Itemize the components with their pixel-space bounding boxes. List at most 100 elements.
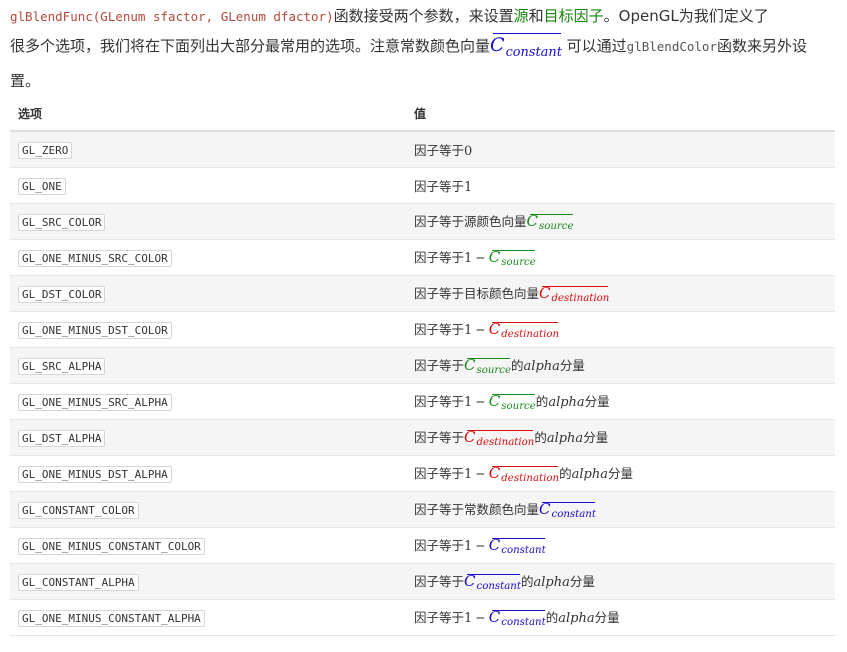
- source-term: 源: [513, 7, 529, 25]
- option-cell: GL_ONE_MINUS_SRC_ALPHA: [10, 383, 406, 420]
- value-prefix: 因子等于常数颜色向量: [414, 501, 540, 517]
- value-number: 1: [464, 466, 473, 482]
- value-tail: 分量: [569, 573, 595, 589]
- table-header-row: 选项 值: [10, 96, 835, 132]
- color-vector-subscript: constant: [501, 617, 546, 629]
- value-of: 的: [511, 357, 524, 373]
- value-alpha: alpha: [548, 394, 585, 410]
- value-prefix: 因子等于: [414, 357, 465, 373]
- constant-color-vector-letter: C: [490, 34, 505, 56]
- value-prefix: 因子等于: [414, 537, 465, 553]
- option-cell: GL_DST_COLOR: [10, 275, 406, 312]
- value-alpha: alpha: [558, 610, 595, 626]
- blend-color-function: glBlendColor: [626, 39, 717, 54]
- table-row: GL_CONSTANT_COLOR 因子等于常数颜色向量Cconstant: [10, 491, 835, 528]
- intro-text-2: 。OpenGL为我们定义了: [603, 7, 769, 25]
- option-code: GL_CONSTANT_COLOR: [18, 501, 139, 519]
- color-vector-letter: C: [539, 283, 551, 302]
- intro-line-1: glBlendFunc(GLenum sfactor, GLenum dfact…: [10, 2, 840, 31]
- header-value: 值: [406, 96, 835, 132]
- option-cell: GL_DST_ALPHA: [10, 419, 406, 456]
- value-cell: 因子等于常数颜色向量Cconstant: [406, 491, 835, 528]
- header-option: 选项: [10, 96, 406, 132]
- table-row: GL_ONE_MINUS_DST_ALPHA 因子等于1− Cdestination…: [10, 455, 835, 492]
- color-vector-destination: Cdestination: [489, 320, 559, 341]
- constant-color-vector: Cconstant: [490, 31, 562, 67]
- option-code: GL_DST_COLOR: [18, 285, 106, 303]
- color-vector-subscript: constant: [476, 581, 521, 593]
- option-code: GL_SRC_COLOR: [18, 213, 106, 231]
- value-prefix: 因子等于: [414, 249, 465, 265]
- color-vector-constant: Cconstant: [489, 608, 546, 629]
- color-vector-source: Csource: [464, 356, 511, 377]
- value-cell: 因子等于1: [406, 167, 835, 204]
- value-cell: 因子等于源颜色向量Csource: [406, 203, 835, 240]
- option-cell: GL_ONE_MINUS_CONSTANT_COLOR: [10, 527, 406, 564]
- value-of: 的: [535, 393, 549, 409]
- option-cell: GL_SRC_COLOR: [10, 203, 406, 240]
- color-vector-subscript: destination: [501, 329, 560, 341]
- option-cell: GL_ONE_MINUS_DST_ALPHA: [10, 455, 406, 492]
- color-vector-letter: C: [464, 355, 476, 374]
- value-number: 1: [464, 610, 473, 626]
- color-vector-subscript: constant: [551, 509, 596, 521]
- color-vector-source: Csource: [489, 392, 536, 413]
- option-code: GL_ONE_MINUS_SRC_ALPHA: [18, 393, 172, 411]
- color-vector-subscript: source: [476, 365, 512, 377]
- value-number: 0: [464, 144, 473, 159]
- value-tail: 分量: [559, 357, 585, 373]
- intro-line-3: 置。: [10, 67, 840, 95]
- intro-text-and: 和: [528, 7, 544, 25]
- option-code: GL_ONE: [18, 177, 66, 195]
- option-cell: GL_CONSTANT_ALPHA: [10, 563, 406, 600]
- value-alpha: alpha: [571, 466, 608, 482]
- intro-text-3: 很多个选项，我们将在下面列出大部分最常用的选项。注意常数颜色向量: [10, 37, 491, 55]
- value-cell: 因子等于Cdestination的alpha分量: [406, 419, 835, 456]
- table-row: GL_SRC_ALPHA 因子等于Csource的alpha分量: [10, 347, 835, 384]
- value-cell: 因子等于Cconstant的alpha分量: [406, 563, 835, 600]
- option-code: GL_DST_ALPHA: [18, 429, 106, 447]
- option-cell: GL_ONE_MINUS_CONSTANT_ALPHA: [10, 599, 406, 636]
- table-row: GL_SRC_COLOR 因子等于源颜色向量Csource: [10, 203, 835, 240]
- color-vector-subscript: source: [539, 221, 574, 233]
- color-vector-destination: Cdestination: [464, 428, 534, 449]
- table-row: GL_ONE 因子等于1: [10, 167, 835, 204]
- color-vector-letter: C: [539, 499, 551, 518]
- table-row: GL_ONE_MINUS_SRC_ALPHA 因子等于1− Csource的alph…: [10, 383, 835, 420]
- value-minus: −: [475, 609, 486, 625]
- value-prefix: 因子等于: [414, 573, 465, 589]
- blend-options-table: 选项 值 GL_ZERO 因子等于0 GL_ONE 因子等于1 GL_SRC_COLOR…: [10, 96, 835, 636]
- color-vector-constant: Cconstant: [489, 536, 546, 557]
- value-prefix: 因子等于: [414, 429, 465, 445]
- intro-text-4: 可以通过: [561, 37, 627, 55]
- intro-paragraph: glBlendFunc(GLenum sfactor, GLenum dfact…: [10, 2, 840, 95]
- color-vector-letter: C: [488, 607, 501, 626]
- value-cell: 因子等于1− Cconstant: [406, 527, 835, 564]
- color-vector-subscript: source: [501, 401, 536, 413]
- value-prefix: 因子等于: [414, 609, 465, 625]
- value-cell: 因子等于1− Cconstant的alpha分量: [406, 599, 835, 636]
- value-prefix: 因子等于目标颜色向量: [414, 285, 540, 301]
- table-row: GL_DST_COLOR 因子等于目标颜色向量Cdestination: [10, 275, 835, 312]
- color-vector-source: Csource: [527, 212, 574, 233]
- color-vector-subscript: destination: [501, 473, 560, 485]
- value-tail: 分量: [607, 465, 633, 481]
- option-cell: GL_ONE_MINUS_SRC_COLOR: [10, 239, 406, 276]
- color-vector-subscript: source: [501, 257, 536, 269]
- value-prefix: 因子等于: [414, 465, 465, 481]
- option-cell: GL_ONE: [10, 167, 406, 204]
- table-row: GL_DST_ALPHA 因子等于Cdestination的alpha分量: [10, 419, 835, 456]
- dest-factor-term: 目标因子: [543, 7, 604, 25]
- value-of: 的: [534, 429, 547, 445]
- intro-line-2: 很多个选项，我们将在下面列出大部分最常用的选项。注意常数颜色向量Cconstan…: [10, 31, 840, 67]
- value-number: 1: [464, 322, 473, 338]
- intro-text-5: 函数来另外设: [716, 37, 807, 55]
- blend-func-signature: glBlendFunc(GLenum sfactor, GLenum dfact…: [10, 9, 334, 24]
- option-cell: GL_ONE_MINUS_DST_COLOR: [10, 311, 406, 348]
- color-vector-letter: C: [488, 319, 501, 338]
- value-of: 的: [520, 573, 534, 589]
- value-prefix: 因子等于: [414, 393, 465, 409]
- value-prefix: 因子等于: [414, 179, 465, 194]
- value-minus: −: [475, 249, 486, 265]
- table-row: GL_ONE_MINUS_DST_COLOR 因子等于1− Cdestination: [10, 311, 835, 348]
